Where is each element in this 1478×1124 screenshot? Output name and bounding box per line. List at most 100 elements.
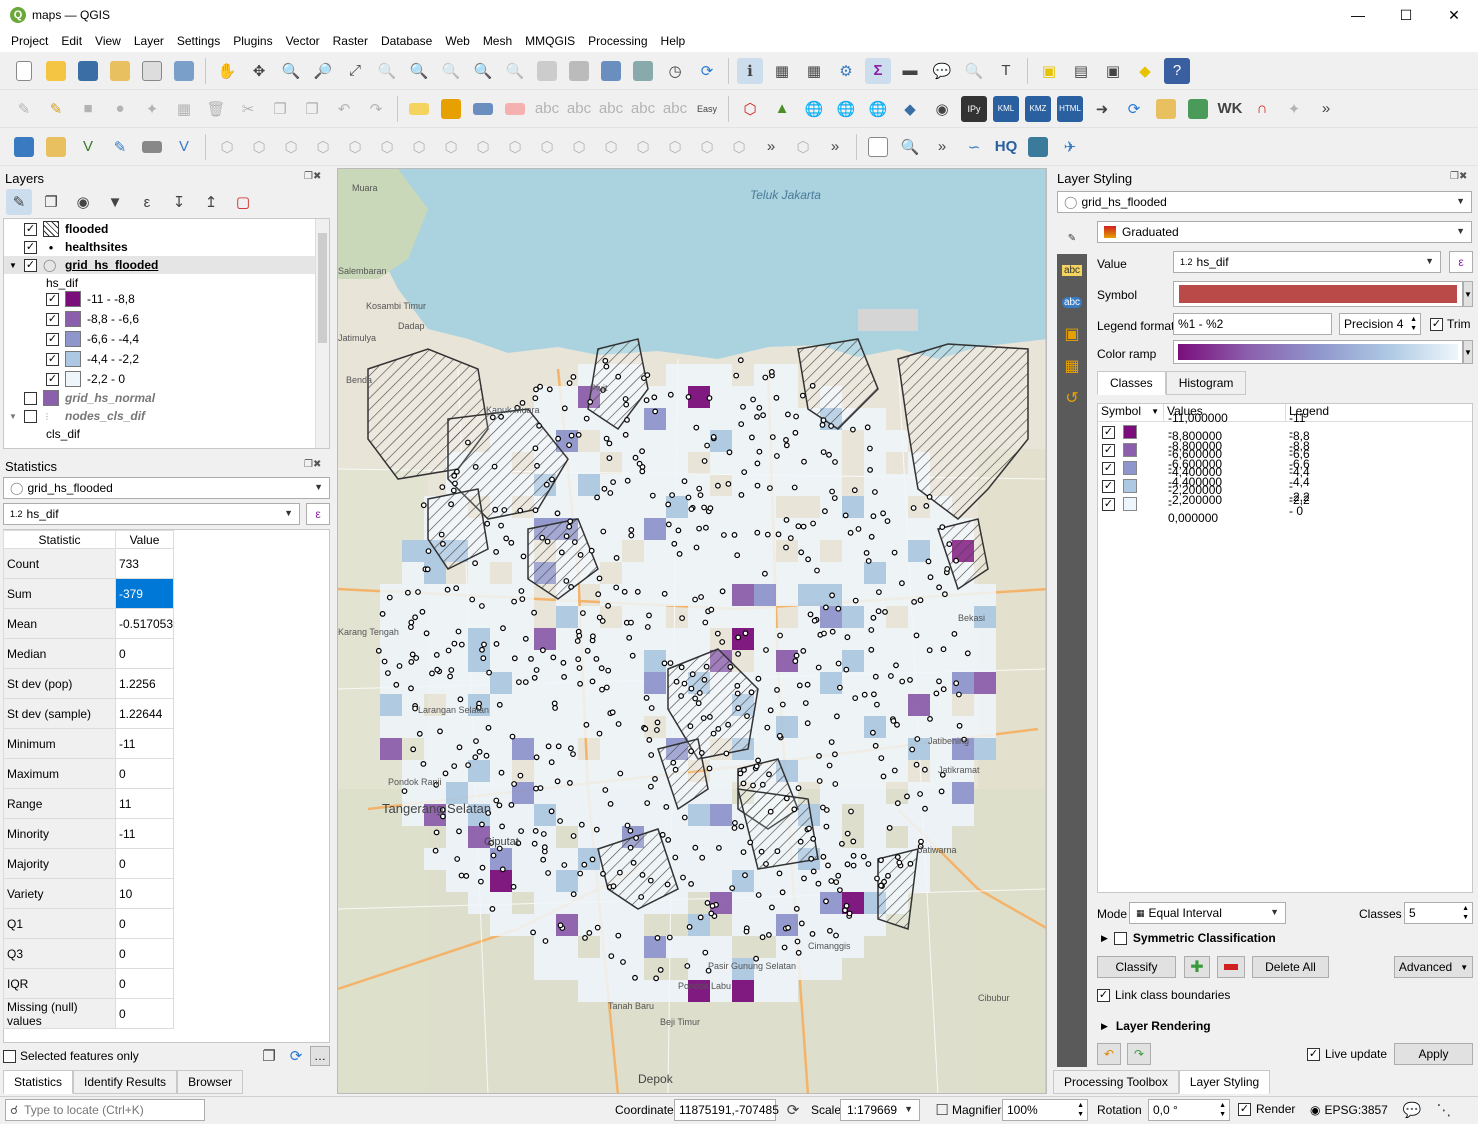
- layer-item-grid-hs-normal[interactable]: grid_hs_normal: [24, 389, 155, 407]
- manage-visibility-icon[interactable]: ◉: [70, 189, 96, 215]
- advanced-digitize-4-icon[interactable]: ⬡: [310, 134, 336, 160]
- table-row[interactable]: Median 0: [3, 638, 175, 669]
- statistic-name[interactable]: IQR: [3, 968, 116, 999]
- save-edits-icon[interactable]: ■: [75, 96, 101, 122]
- kml-export-icon[interactable]: KML: [993, 95, 1019, 122]
- measure-icon[interactable]: ▬: [897, 58, 923, 84]
- legend-class-row[interactable]: ✓ -2,2 - 0: [46, 370, 125, 388]
- collapse-all-icon[interactable]: ↥: [198, 189, 224, 215]
- table-row[interactable]: Minority -11: [3, 818, 175, 849]
- profile-icon[interactable]: ∽: [961, 134, 987, 160]
- spinner-arrows-icon[interactable]: ▲ ▼: [1410, 315, 1417, 333]
- value-field-select[interactable]: 1.2 hs_dif ▼: [1173, 251, 1441, 273]
- symbol-button[interactable]: [1173, 281, 1463, 307]
- identify-icon[interactable]: ℹ: [737, 57, 763, 84]
- zoom-native-icon[interactable]: 🔍: [438, 58, 464, 84]
- mode-select[interactable]: ▦ Equal Interval ▼: [1129, 902, 1286, 924]
- zoom-last-icon[interactable]: 🔍: [470, 58, 496, 84]
- table-row[interactable]: Range 11: [3, 788, 175, 819]
- trim-row[interactable]: ✓ Trim: [1430, 317, 1471, 331]
- symmetric-section[interactable]: ▶ Symmetric Classification: [1101, 931, 1276, 945]
- bookmark-icon[interactable]: [598, 58, 624, 84]
- advanced-digitize-3-icon[interactable]: ⬡: [278, 134, 304, 160]
- reload-icon[interactable]: ⟳: [1121, 96, 1147, 122]
- processing-toolbox-icon[interactable]: ⚙: [833, 58, 859, 84]
- menu-plugins[interactable]: Plugins: [226, 34, 278, 48]
- map-tips-icon[interactable]: 💬: [929, 58, 955, 84]
- column-header[interactable]: Value: [114, 530, 175, 549]
- label-properties-icon[interactable]: abc: [662, 96, 688, 122]
- rotation-spinner[interactable]: 0,0 ° ▲ ▼: [1148, 1099, 1230, 1121]
- help-icon[interactable]: ?: [1164, 57, 1190, 84]
- statistic-value[interactable]: -0.517053: [114, 608, 175, 639]
- open-styling-icon[interactable]: ✎: [6, 189, 32, 215]
- undo-style-button[interactable]: ↶: [1097, 1043, 1121, 1065]
- styling-dock-buttons[interactable]: ❐✖: [1450, 171, 1467, 182]
- expand-arrow-icon[interactable]: ▶: [1101, 933, 1108, 944]
- scale-select[interactable]: 1:179669 ▼: [840, 1099, 920, 1121]
- minimize-button[interactable]: —: [1334, 0, 1382, 30]
- new-map-view-icon[interactable]: [534, 58, 560, 84]
- statistic-name[interactable]: Majority: [3, 848, 116, 879]
- 3d-view-icon[interactable]: ▣: [1057, 318, 1087, 350]
- masks-icon[interactable]: abc: [1057, 286, 1087, 318]
- advanced-digitize-1-icon[interactable]: ⬡: [214, 134, 240, 160]
- tab-histogram[interactable]: Histogram: [1165, 371, 1247, 395]
- advanced-digitize-12-icon[interactable]: ⬡: [566, 134, 592, 160]
- menu-settings[interactable]: Settings: [170, 34, 226, 48]
- ipython-icon[interactable]: IPy: [961, 95, 987, 122]
- table-row[interactable]: Q3 0: [3, 938, 175, 969]
- binoculars-icon[interactable]: ◉: [929, 96, 955, 122]
- layer-checkbox[interactable]: [24, 391, 37, 405]
- globe-add-icon[interactable]: 🌐: [801, 96, 827, 122]
- tab-statistics[interactable]: Statistics: [3, 1070, 74, 1094]
- render-row[interactable]: ✓ Render: [1238, 1102, 1295, 1116]
- new-3d-view-icon[interactable]: [566, 58, 592, 84]
- statistic-name[interactable]: Maximum: [3, 758, 116, 789]
- statistic-name[interactable]: Q3: [3, 938, 116, 969]
- class-checkbox[interactable]: ✓: [46, 332, 59, 346]
- statistics-dock-buttons[interactable]: ❐✖: [304, 459, 321, 470]
- layer-checkbox[interactable]: ✓: [24, 222, 37, 236]
- table-row[interactable]: St dev (pop) 1.2256: [3, 668, 175, 699]
- statistic-value[interactable]: 0: [114, 848, 175, 879]
- table-row[interactable]: Count 733: [3, 548, 175, 579]
- layer-item-nodes-cls-dif[interactable]: ▼ ⋮ nodes_cls_dif: [4, 407, 145, 425]
- table-row[interactable]: Maximum 0: [3, 758, 175, 789]
- select-by-value-icon[interactable]: ▤: [1068, 58, 1094, 84]
- legend-format-input[interactable]: %1 - %2: [1173, 313, 1332, 335]
- advanced-digitize-14-icon[interactable]: ⬡: [630, 134, 656, 160]
- statistic-value[interactable]: 10: [114, 878, 175, 909]
- statistic-name[interactable]: Count: [3, 548, 116, 579]
- class-row[interactable]: ✓ -8,800000 - -6,600000 -8,8 - -6,6: [1098, 429, 1310, 471]
- vertex-tool-icon[interactable]: ✦: [139, 96, 165, 122]
- refresh-statistics-icon[interactable]: ⟳: [286, 1046, 306, 1066]
- move-label-icon[interactable]: abc: [534, 96, 560, 122]
- text-annotation-icon[interactable]: T: [993, 58, 1019, 84]
- selected-only-checkbox[interactable]: [3, 1049, 16, 1063]
- color-ramp-button[interactable]: [1173, 340, 1463, 364]
- easy-label-icon[interactable]: Easy: [694, 96, 720, 122]
- toolbar-overflow-icon[interactable]: »: [1313, 96, 1339, 122]
- show-bookmarks-icon[interactable]: [630, 58, 656, 84]
- advanced-digitize-17-icon[interactable]: ⬡: [726, 134, 752, 160]
- zoom-selection-icon[interactable]: 🔍: [374, 58, 400, 84]
- legend-class-row[interactable]: ✓ -6,6 - -4,4: [46, 330, 139, 348]
- paste-features-icon[interactable]: ❐: [299, 96, 325, 122]
- class-row[interactable]: ✓ -6,600000 - -4,400000 -6,6 - -4,4: [1098, 447, 1310, 489]
- statistic-name[interactable]: St dev (pop): [3, 668, 116, 699]
- globe-view-icon[interactable]: 🌐: [865, 96, 891, 122]
- link-boundaries-checkbox[interactable]: ✓: [1097, 988, 1110, 1002]
- link-boundaries-row[interactable]: ✓ Link class boundaries: [1097, 988, 1230, 1002]
- redo-icon[interactable]: ↷: [363, 96, 389, 122]
- folder-icon[interactable]: [1153, 96, 1179, 122]
- crs-button[interactable]: ◉ EPSG:3857: [1310, 1103, 1388, 1117]
- layer-item-healthsites[interactable]: ✓ ● healthsites: [24, 238, 128, 256]
- new-project-icon[interactable]: [11, 58, 37, 84]
- spinner-arrows-icon[interactable]: ▲ ▼: [1462, 904, 1469, 922]
- toggle-extents-icon[interactable]: ⟳: [783, 1099, 803, 1121]
- tab-layer-styling[interactable]: Layer Styling: [1178, 1070, 1271, 1094]
- statistics-options-button[interactable]: …: [310, 1046, 330, 1066]
- copy-statistics-icon[interactable]: ❐: [259, 1046, 279, 1066]
- layer-stack-icon[interactable]: [1185, 96, 1211, 122]
